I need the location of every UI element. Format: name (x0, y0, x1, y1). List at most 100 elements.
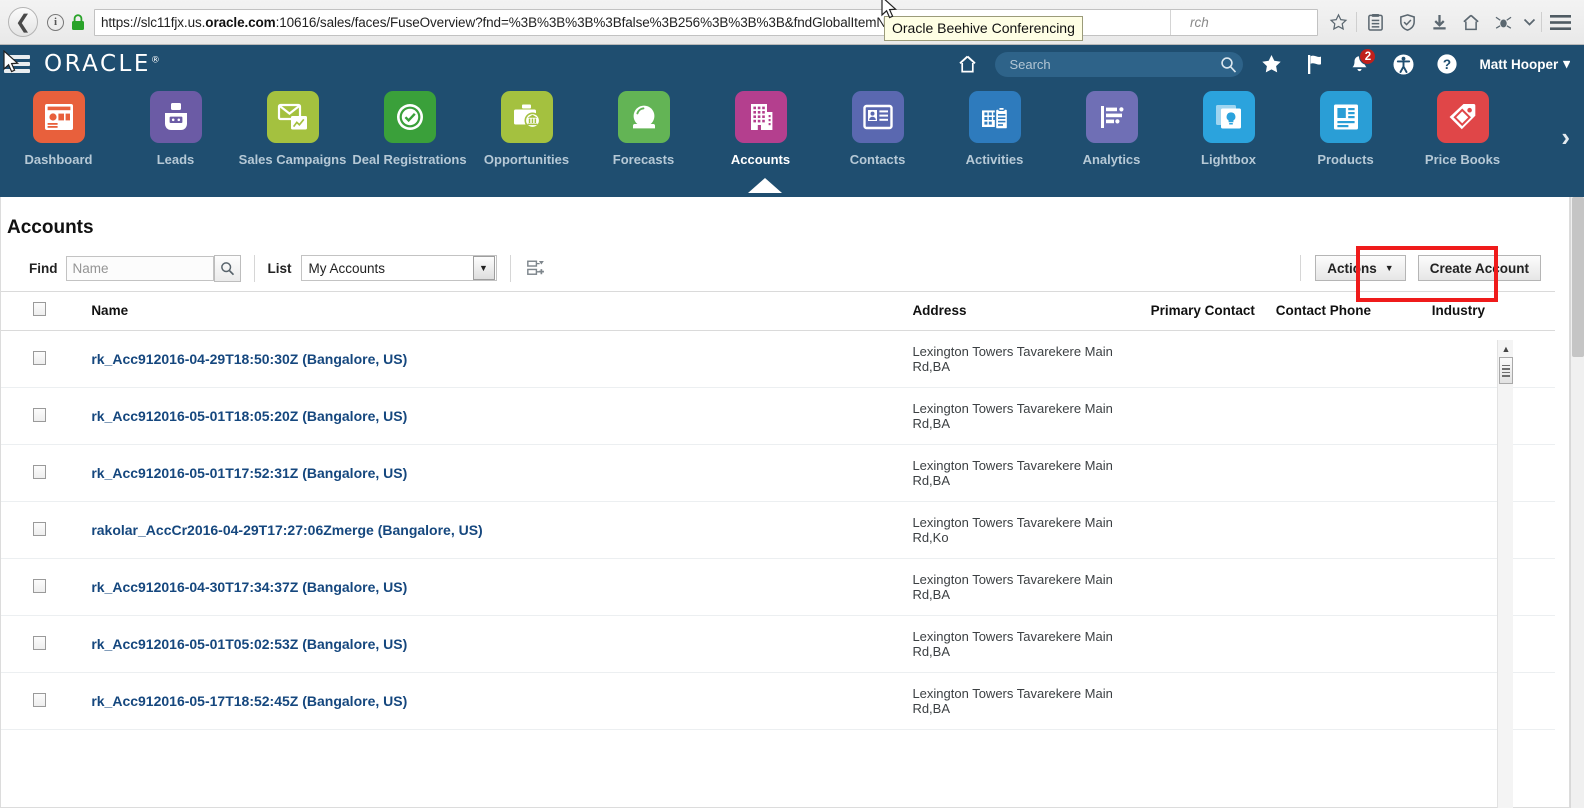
star-icon[interactable] (1322, 6, 1354, 38)
hamburger-menu-icon[interactable] (4, 55, 30, 73)
row-select-cell[interactable] (1, 615, 92, 673)
nav-item-analytics[interactable]: Analytics (1053, 91, 1170, 167)
chevron-down-icon[interactable] (1519, 6, 1539, 38)
actions-button[interactable]: Actions ▼ (1315, 255, 1406, 281)
cell-contact-phone (1275, 444, 1432, 502)
column-header-contact-phone[interactable]: Contact Phone (1275, 291, 1432, 331)
search-input[interactable] (1009, 56, 1221, 72)
table-row[interactable]: rk_Acc912016-04-30T17:34:37Z (Bangalore,… (1, 558, 1555, 616)
nav-label: Forecasts (612, 152, 675, 167)
nav-item-deal-registrations[interactable]: Deal Registrations (351, 91, 468, 167)
site-info-icon[interactable]: i (47, 13, 64, 31)
nav-item-forecasts[interactable]: Forecasts (585, 91, 702, 167)
nav-item-leads[interactable]: Leads (117, 91, 234, 167)
table-row[interactable]: rk_Acc912016-05-01T05:02:53Z (Bangalore,… (1, 615, 1555, 673)
select-all-checkbox[interactable] (33, 302, 46, 316)
nav-item-accounts[interactable]: Accounts (702, 91, 819, 167)
row-select-cell[interactable] (1, 501, 92, 559)
browser-tooltip: Oracle Beehive Conferencing (884, 16, 1083, 41)
cell-primary-contact (1150, 729, 1276, 743)
row-select-cell[interactable] (1, 387, 92, 445)
page-title: Accounts (7, 217, 94, 238)
account-name-link[interactable]: rakolar_AccCr2016-04-29T17:27:06Zmerge (… (91, 522, 482, 538)
chevron-down-icon[interactable]: ▼ (472, 256, 495, 280)
scroll-up-icon[interactable]: ▲ (1498, 340, 1514, 357)
row-checkbox[interactable] (33, 692, 46, 707)
nav-item-price-books[interactable]: Price Books (1404, 91, 1521, 167)
row-select-cell[interactable] (1, 444, 92, 502)
nav-item-sales-campaigns[interactable]: Sales Campaigns (234, 91, 351, 167)
nav-item-opportunities[interactable]: Opportunities (468, 91, 585, 167)
row-checkbox[interactable] (33, 407, 46, 422)
scrollbar-thumb[interactable] (1498, 357, 1513, 384)
select-all-header[interactable] (1, 291, 92, 331)
table-vertical-scrollbar[interactable]: ▲ (1497, 340, 1513, 808)
query-builder-icon[interactable] (524, 258, 545, 279)
hamburger-menu-icon[interactable] (1544, 6, 1576, 38)
home-icon[interactable] (945, 45, 989, 83)
nav-label: Contacts (849, 152, 906, 167)
list-select[interactable]: My Accounts ▼ (300, 255, 497, 281)
nav-item-lightbox[interactable]: Lightbox (1170, 91, 1287, 167)
lock-icon[interactable] (71, 13, 85, 31)
create-account-button[interactable]: Create Account (1417, 255, 1541, 281)
account-name-link[interactable]: rk_Acc912016-05-01T18:05:20Z (Bangalore,… (91, 408, 407, 424)
address-bar[interactable]: https://slc11fjx.us.oracle.com:10616/sal… (94, 8, 1318, 36)
row-checkbox[interactable] (33, 635, 46, 650)
list-selected-value: My Accounts (308, 260, 386, 276)
row-checkbox[interactable] (33, 521, 46, 536)
find-search-button[interactable] (213, 254, 241, 282)
help-icon[interactable]: ? (1425, 45, 1469, 83)
browser-search-placeholder[interactable]: rch (1190, 15, 1209, 30)
row-select-cell[interactable] (1, 672, 92, 730)
column-header-primary-contact[interactable]: Primary Contact (1150, 291, 1276, 331)
account-name-link[interactable]: rk_Acc912016-04-30T17:34:37Z (Bangalore,… (91, 579, 407, 595)
user-menu[interactable]: Matt Hooper ▾ (1469, 56, 1576, 72)
global-search-box[interactable] (995, 51, 1244, 77)
page-scrollbar-thumb[interactable] (1572, 197, 1584, 357)
accounts-table-scroll: Name Address Primary Contact Contact Pho… (1, 291, 1555, 743)
row-select-cell[interactable] (1, 330, 92, 388)
table-row[interactable]: rakolar_AccCr2016-05-18T17:38:37Zuptd (B… (1, 729, 1555, 743)
cell-contact-phone (1275, 387, 1432, 445)
column-header-address[interactable]: Address (912, 291, 1151, 331)
table-row[interactable]: rk_Acc912016-05-01T18:05:20Z (Bangalore,… (1, 387, 1555, 445)
table-row[interactable]: rk_Acc912016-05-17T18:52:45Z (Bangalore,… (1, 672, 1555, 730)
table-row[interactable]: rk_Acc912016-04-29T18:50:30Z (Bangalore,… (1, 330, 1555, 388)
row-select-cell[interactable] (1, 729, 92, 743)
nav-item-products[interactable]: Products (1287, 91, 1404, 167)
column-header-industry[interactable]: Industry (1431, 291, 1555, 331)
extension-icon[interactable] (1487, 6, 1519, 38)
account-name-link[interactable]: rk_Acc912016-04-29T18:50:30Z (Bangalore,… (91, 351, 407, 367)
nav-item-activities[interactable]: Activities (936, 91, 1053, 167)
shield-icon[interactable] (1391, 6, 1423, 38)
back-arrow-icon[interactable]: ❮ (8, 7, 38, 37)
table-row[interactable]: rakolar_AccCr2016-04-29T17:27:06Zmerge (… (1, 501, 1555, 559)
table-row[interactable]: rk_Acc912016-05-01T17:52:31Z (Bangalore,… (1, 444, 1555, 502)
user-name: Matt Hooper (1479, 56, 1559, 72)
nav-item-contacts[interactable]: Contacts (819, 91, 936, 167)
account-name-link[interactable]: rk_Acc912016-05-01T17:52:31Z (Bangalore,… (91, 465, 407, 481)
account-name-link[interactable]: rk_Acc912016-05-17T18:52:45Z (Bangalore,… (91, 693, 407, 709)
row-checkbox[interactable] (33, 578, 46, 593)
flag-icon[interactable] (1293, 45, 1337, 83)
opportunities-icon (500, 91, 553, 143)
column-header-name[interactable]: Name (91, 291, 913, 331)
accessibility-icon[interactable] (1381, 45, 1425, 83)
actions-label: Actions (1327, 260, 1377, 276)
star-icon[interactable] (1249, 45, 1293, 83)
row-checkbox[interactable] (33, 464, 46, 479)
page-vertical-scrollbar[interactable] (1570, 197, 1584, 808)
reader-list-icon[interactable] (1359, 6, 1391, 38)
home-icon[interactable] (1455, 6, 1487, 38)
cell-industry (1431, 615, 1555, 673)
nav-item-dashboard[interactable]: Dashboard (0, 91, 117, 167)
bell-icon[interactable]: 2 (1337, 45, 1381, 83)
find-input[interactable] (65, 255, 214, 281)
cell-contact-phone (1275, 501, 1432, 559)
account-name-link[interactable]: rk_Acc912016-05-01T05:02:53Z (Bangalore,… (91, 636, 407, 652)
row-select-cell[interactable] (1, 558, 92, 616)
row-checkbox[interactable] (33, 350, 46, 365)
cell-address: Lexington Towers Tavarekere Main Rd,BA (912, 729, 1151, 743)
download-arrow-icon[interactable] (1423, 6, 1455, 38)
